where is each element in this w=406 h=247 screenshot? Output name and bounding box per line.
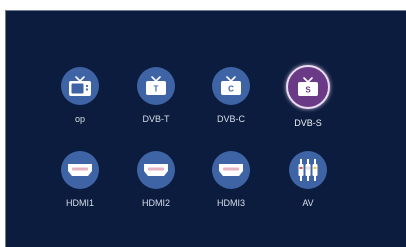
source-label: DVB-S	[294, 118, 322, 128]
source-label: DVB-C	[216, 114, 245, 124]
source-tile-hdmi1[interactable]: HDMI1	[43, 151, 117, 227]
tv-letter: C	[228, 85, 234, 94]
source-icon-circle	[137, 151, 175, 189]
hdmi-icon	[144, 164, 168, 176]
tv-antenna-icon: T	[146, 76, 166, 95]
av-connector-icon	[298, 159, 318, 181]
source-label: DVB-T	[142, 114, 170, 124]
hdmi-icon	[219, 164, 243, 176]
source-label: op	[74, 114, 85, 124]
source-label: AV	[302, 198, 314, 208]
source-tile-hdmi3[interactable]: HDMI3	[194, 151, 268, 227]
source-icon-circle: T	[137, 67, 175, 105]
source-tile-dvb-s[interactable]: S DVB-S	[271, 65, 345, 141]
source-icon-circle	[212, 151, 250, 189]
source-icon-circle	[61, 151, 99, 189]
source-tile-dvb-c[interactable]: C DVB-C	[194, 67, 268, 143]
tv-antenna-icon: S	[298, 77, 318, 96]
source-tile-dvb-t[interactable]: T DVB-T	[119, 67, 193, 143]
source-icon-circle	[61, 67, 99, 105]
tv-letter: T	[154, 85, 159, 94]
source-tile-av[interactable]: AV	[271, 151, 345, 227]
source-tile-op[interactable]: op	[43, 67, 117, 143]
source-icon-circle-selected: S	[286, 65, 330, 109]
hdmi-icon	[68, 164, 92, 176]
tv-antenna-icon: C	[221, 76, 241, 95]
source-label: HDMI2	[141, 198, 170, 208]
source-tile-hdmi2[interactable]: HDMI2	[119, 151, 193, 227]
source-icon-circle	[289, 151, 327, 189]
source-label: HDMI1	[65, 198, 94, 208]
tv-icon	[69, 76, 91, 96]
source-label: HDMI3	[216, 198, 245, 208]
source-icon-circle: C	[212, 67, 250, 105]
source-menu-panel: op T DVB-T C DVB-C S DVB-S HDMI1 HDMI2 H…	[5, 10, 406, 247]
tv-letter: S	[305, 86, 311, 95]
